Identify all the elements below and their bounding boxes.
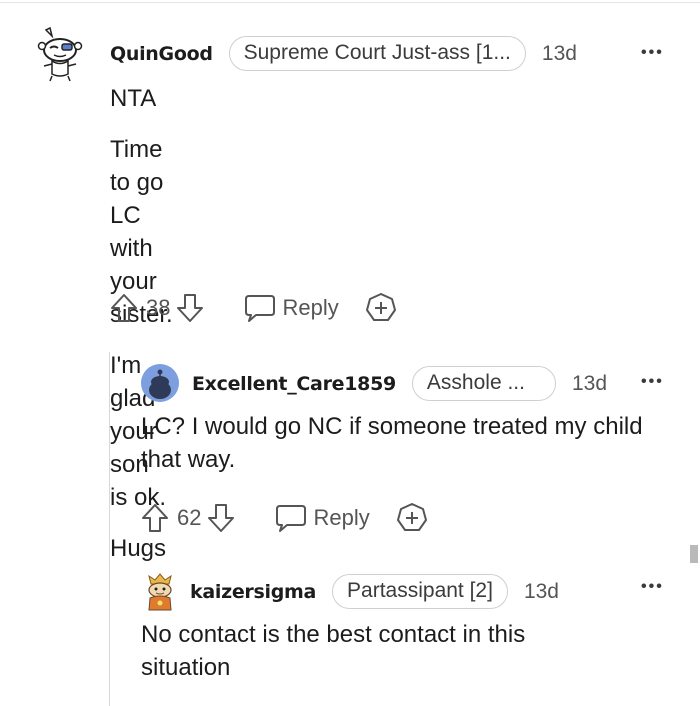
thread-line[interactable] bbox=[109, 352, 110, 706]
award-plus-icon[interactable] bbox=[365, 292, 397, 324]
vote-count: 62 bbox=[177, 505, 202, 530]
comment-body: LC? I would go NC if someone treated my … bbox=[141, 413, 643, 473]
upvote-arrow-icon[interactable] bbox=[110, 292, 138, 324]
more-options-icon[interactable]: ••• bbox=[641, 373, 664, 391]
upvote-arrow-icon[interactable] bbox=[141, 502, 169, 534]
downvote-arrow-icon[interactable] bbox=[207, 502, 235, 534]
award-plus-icon[interactable] bbox=[396, 502, 428, 534]
user-flair: Partassipant [2] bbox=[332, 574, 508, 609]
vote-count: 38 bbox=[146, 295, 171, 320]
comment-line: NTA bbox=[110, 85, 157, 112]
user-flair: Supreme Court Just-ass [1... bbox=[228, 36, 526, 71]
reply-label: Reply bbox=[313, 505, 370, 530]
snoo-avatar-icon bbox=[37, 26, 83, 82]
downvote-arrow-icon[interactable] bbox=[176, 292, 204, 324]
comment-body: No contact is the best contact in this s… bbox=[141, 621, 526, 681]
snoo-avatar-icon bbox=[148, 573, 172, 611]
reply-button[interactable]: Reply bbox=[244, 293, 339, 323]
more-options-icon[interactable]: ••• bbox=[641, 44, 664, 62]
avatar[interactable] bbox=[141, 570, 179, 612]
username[interactable]: QuinGood bbox=[110, 43, 213, 65]
snoo-avatar-icon bbox=[141, 364, 179, 402]
reply-label: Reply bbox=[282, 295, 339, 320]
timestamp[interactable]: 13d bbox=[524, 580, 559, 604]
timestamp[interactable]: 13d bbox=[572, 372, 607, 396]
avatar[interactable] bbox=[34, 24, 84, 82]
avatar[interactable] bbox=[141, 364, 179, 402]
speech-bubble-icon bbox=[275, 503, 307, 533]
user-flair: Asshole ... bbox=[411, 366, 556, 401]
more-options-icon[interactable]: ••• bbox=[641, 578, 664, 596]
username[interactable]: kaizersigma bbox=[190, 581, 316, 603]
comment-actions: 38 Reply bbox=[110, 292, 397, 324]
timestamp[interactable]: 13d bbox=[542, 42, 577, 66]
speech-bubble-icon bbox=[244, 293, 276, 323]
comment-actions: 62 Reply bbox=[141, 502, 428, 534]
username[interactable]: Excellent_Care1859 bbox=[192, 373, 396, 395]
scrollbar-thumb[interactable] bbox=[690, 545, 698, 563]
reply-button[interactable]: Reply bbox=[275, 503, 370, 533]
comment-line: Hugs bbox=[110, 535, 167, 562]
top-divider bbox=[0, 2, 700, 3]
